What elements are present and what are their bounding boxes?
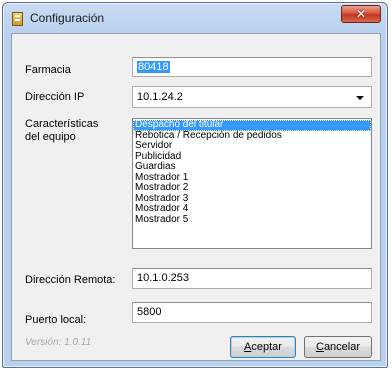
- list-item[interactable]: Mostrador 4: [133, 203, 371, 215]
- puerto-label: Puerto local:: [25, 314, 87, 326]
- chevron-down-icon[interactable]: [356, 96, 364, 100]
- config-window: Configuración ✕ Farmacia 80418 Dirección…: [2, 2, 388, 368]
- list-item[interactable]: Despacho del titular: [133, 119, 371, 131]
- version-label: Versión: 1.0.11: [25, 337, 92, 348]
- list-item[interactable]: Guardias: [133, 161, 371, 173]
- farmacia-value: 80418: [137, 61, 170, 73]
- ip-dropdown[interactable]: 10.1.24.2: [132, 86, 372, 108]
- list-item[interactable]: Mostrador 2: [133, 182, 371, 194]
- close-icon: ✕: [355, 7, 367, 21]
- caracteristicas-listbox[interactable]: Despacho del titular Rebotica / Recepció…: [132, 118, 372, 249]
- puerto-field[interactable]: 5800: [132, 302, 372, 323]
- list-item[interactable]: Mostrador 5: [133, 214, 371, 226]
- ip-label: Dirección IP: [25, 91, 85, 103]
- title-bar[interactable]: Configuración ✕: [3, 3, 387, 33]
- cancel-accel: C: [315, 341, 324, 353]
- cancel-button[interactable]: Cancelar: [304, 336, 372, 358]
- caracteristicas-label: Características del equipo: [25, 118, 98, 144]
- caracteristicas-label-line2: del equipo: [25, 131, 76, 143]
- farmacia-label: Farmacia: [25, 64, 71, 76]
- dialog-body: Farmacia 80418 Dirección IP 10.1.24.2 Ca…: [11, 33, 381, 361]
- farmacia-field[interactable]: 80418: [132, 57, 372, 77]
- cancel-rest: ancelar: [323, 341, 361, 353]
- ip-value: 10.1.24.2: [137, 91, 183, 103]
- caracteristicas-label-line1: Características: [25, 118, 99, 130]
- accept-rest: ceptar: [251, 341, 282, 353]
- app-icon: [12, 12, 23, 26]
- remota-field[interactable]: 10.1.0.253: [132, 268, 372, 289]
- accept-button[interactable]: Aceptar: [230, 336, 296, 358]
- close-button[interactable]: ✕: [341, 5, 381, 23]
- remota-value: 10.1.0.253: [137, 272, 189, 284]
- puerto-value: 5800: [137, 306, 162, 318]
- remota-label: Dirección Remota:: [25, 274, 116, 286]
- list-item[interactable]: Servidor: [133, 140, 371, 152]
- window-title: Configuración: [30, 11, 105, 25]
